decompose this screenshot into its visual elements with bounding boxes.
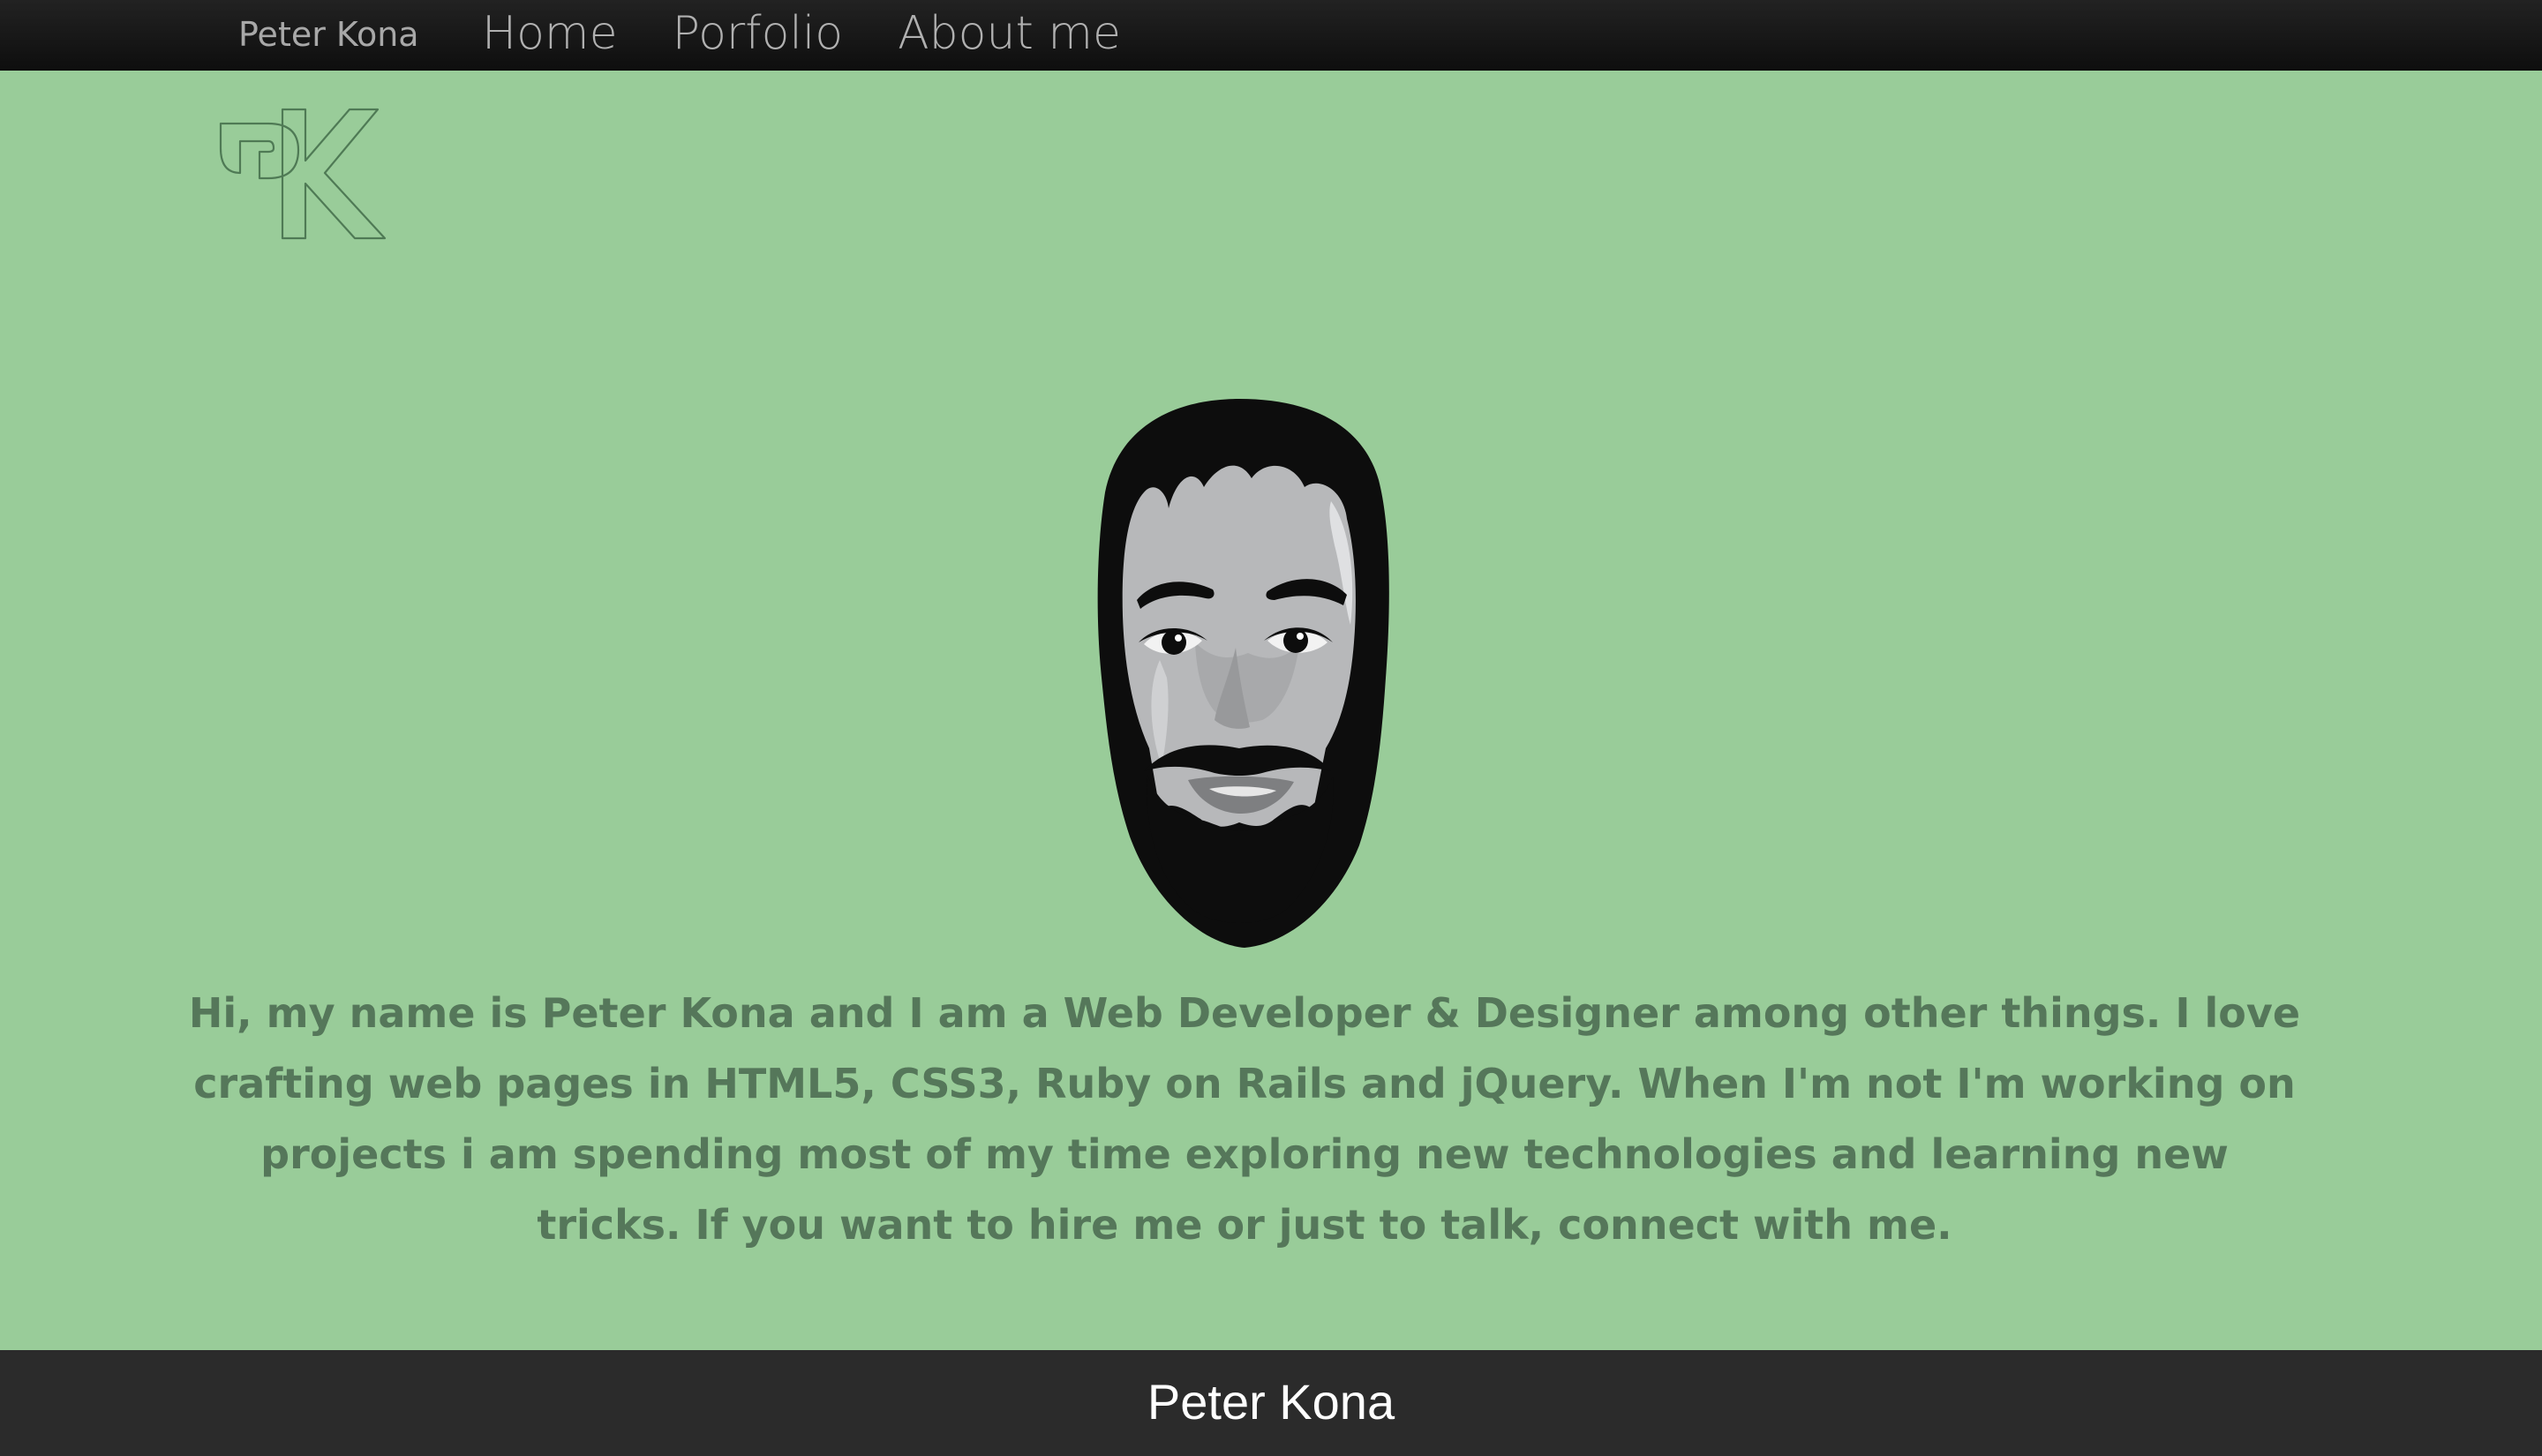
- nav-links: Home Porfolio About me: [482, 5, 1121, 62]
- nav-item-home: Home: [482, 5, 618, 62]
- footer: Peter Kona: [0, 1350, 2542, 1456]
- avatar-illustration: [1097, 399, 1389, 948]
- nav-link-home[interactable]: Home: [482, 5, 618, 62]
- pk-monogram-logo: [219, 108, 387, 240]
- nav-item-about: About me: [898, 5, 1121, 62]
- nav-item-portfolio: Porfolio: [673, 5, 844, 62]
- footer-name: Peter Kona: [1147, 1374, 1395, 1430]
- brand-link[interactable]: Peter Kona: [238, 12, 419, 56]
- nav-link-about[interactable]: About me: [898, 5, 1121, 62]
- top-navbar: Peter Kona Home Porfolio About me: [0, 0, 2542, 71]
- intro-paragraph: Hi, my name is Peter Kona and I am a Web…: [188, 989, 2301, 1249]
- nav-link-portfolio[interactable]: Porfolio: [673, 5, 844, 62]
